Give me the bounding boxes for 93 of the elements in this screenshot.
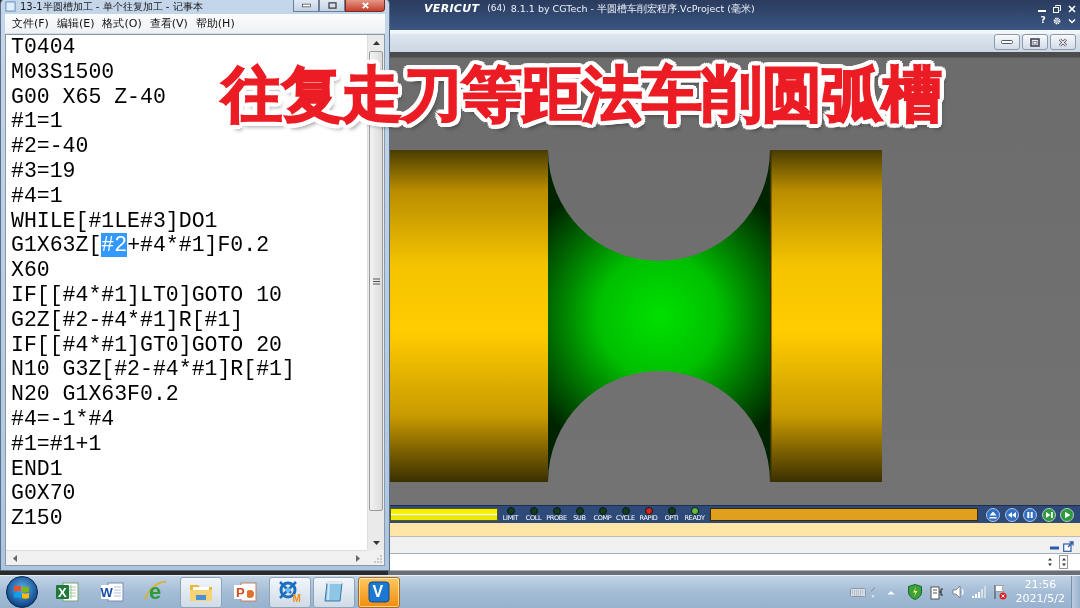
- taskbar-button[interactable]: W: [90, 576, 133, 608]
- close-icon: [1058, 37, 1068, 47]
- maximize-icon: [1030, 37, 1040, 47]
- letter-v-app-icon: V: [365, 579, 392, 605]
- code-text: #4=-1*#4: [11, 406, 115, 431]
- code-text: G2Z[#2-#4*#1]R[#1]: [11, 307, 244, 332]
- window-title: (64): [487, 3, 506, 13]
- code-text: #4=1: [11, 183, 63, 208]
- code-text: +#4*#1]F0.2: [127, 233, 270, 258]
- show-desktop-button[interactable]: [1071, 575, 1080, 608]
- code-text: #1=#1+1: [11, 431, 102, 456]
- pop-out-icon: [1063, 541, 1074, 552]
- maximize-icon: [327, 1, 337, 9]
- taskbar-button[interactable]: P: [224, 576, 266, 608]
- maximize-button[interactable]: [319, 0, 345, 12]
- code-text: IF[[#4*#1]GT0]GOTO 20: [11, 332, 282, 357]
- minimize-button[interactable]: [994, 34, 1020, 50]
- menu-item[interactable]: 查看(V): [149, 16, 188, 31]
- left-arrow-icon: [13, 554, 17, 562]
- code-text: #3=19: [11, 159, 76, 183]
- up-down-arrows-icon: [1060, 556, 1067, 568]
- minimize-button[interactable]: [1050, 546, 1059, 552]
- code-text: N10 G3Z[#2-#4*#1]R[#1]: [11, 357, 295, 382]
- speaker-icon: [951, 585, 964, 599]
- code-text: #1=1: [11, 109, 63, 134]
- window-title: 8.1.1 by CGTech - 半圆槽车削宏程序.VcProject (毫米): [510, 3, 755, 16]
- signal-bars-icon: [971, 586, 986, 598]
- step-button[interactable]: [1041, 507, 1056, 522]
- play-icon: [1060, 507, 1074, 522]
- right-arrow-icon: [356, 554, 360, 562]
- shield-icon: [907, 584, 922, 600]
- code-text: X60: [11, 258, 50, 283]
- power-plug-icon: [929, 584, 944, 600]
- taskbar-button[interactable]: V: [357, 576, 400, 608]
- undock-button[interactable]: [1063, 541, 1074, 552]
- code-text: G0X70: [11, 481, 76, 506]
- selected-text: #2: [101, 233, 128, 258]
- size-grip-icon: [374, 555, 382, 563]
- close-icon: [360, 1, 370, 9]
- close-button[interactable]: [345, 0, 385, 12]
- flag-icon: [992, 584, 1007, 600]
- step-forward-icon: [1041, 507, 1056, 522]
- notepad-icon: [5, 1, 16, 12]
- caret-icon: [1067, 16, 1076, 25]
- keyboard-icon: [849, 587, 866, 597]
- clock-date: 2021/5/2: [1015, 592, 1065, 606]
- code-text: M03S1500: [11, 59, 115, 84]
- up-down-arrows-icon: [1046, 556, 1053, 568]
- code-text: WHILE[#1LE#3]DO1: [11, 208, 218, 233]
- menu-item[interactable]: 格式(O): [102, 16, 142, 31]
- help-button[interactable]: ?: [1039, 15, 1047, 26]
- app-logo: VERICUT: [424, 2, 480, 15]
- code-text: N20 G1X63F0.2: [11, 382, 179, 407]
- code-text: END1: [11, 456, 63, 481]
- rewind-icon: [1004, 507, 1019, 522]
- menu-item[interactable]: 文件(F): [12, 16, 49, 31]
- settings-button[interactable]: [1051, 15, 1062, 26]
- chevron-up-icon: [886, 589, 895, 595]
- code-text: #2=-40: [11, 134, 89, 159]
- taskbar-button[interactable]: [179, 576, 222, 608]
- minimize-icon: [301, 1, 311, 9]
- menu-item[interactable]: 帮助(H): [195, 16, 235, 31]
- restore-icon: [1052, 4, 1061, 13]
- start-orb-icon: [6, 576, 38, 608]
- speed-slider[interactable]: [710, 508, 978, 521]
- spin-button[interactable]: [1059, 555, 1068, 569]
- pause-button[interactable]: [1023, 507, 1037, 522]
- maximize-button[interactable]: [1022, 34, 1048, 50]
- code-text: G00 X65 Z-40: [11, 84, 166, 109]
- taskbar-button[interactable]: [313, 576, 355, 608]
- close-icon: [1067, 4, 1076, 13]
- minimize-icon: [1050, 546, 1059, 550]
- code-text: IF[[#4*#1]LT0]GOTO 10: [11, 282, 282, 307]
- rewind-button[interactable]: [1004, 507, 1019, 522]
- up-arrow-icon: [372, 40, 380, 45]
- pause-icon: [1023, 507, 1037, 522]
- eject-icon: [986, 507, 1000, 522]
- play-button[interactable]: [1060, 507, 1074, 522]
- down-arrow-icon: [372, 540, 380, 545]
- code-text: Z150: [11, 506, 63, 531]
- command-input[interactable]: [388, 553, 1080, 571]
- minimize-icon: [1001, 40, 1013, 44]
- settings-icon: [1052, 16, 1061, 25]
- reset-button[interactable]: [986, 507, 1000, 522]
- grip-icon: [372, 277, 380, 285]
- close-button[interactable]: [1050, 34, 1076, 50]
- menu-item[interactable]: 编辑(E): [56, 16, 95, 31]
- restore-button[interactable]: [1051, 3, 1062, 14]
- taskbar-button[interactable]: X: [46, 576, 88, 608]
- clock-time: 21:56: [1024, 578, 1057, 592]
- pen-icon: [869, 586, 876, 592]
- window-title: 13-1半圆槽加工 - 单个往复加工 - 记事本: [20, 0, 203, 13]
- code-text: T0404: [11, 35, 76, 59]
